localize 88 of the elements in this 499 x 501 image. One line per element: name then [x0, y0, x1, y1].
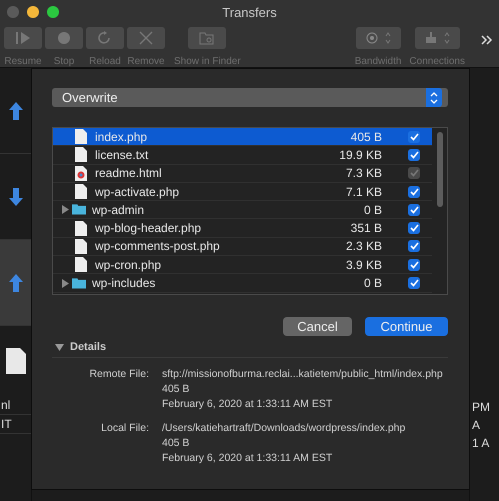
file-row[interactable]: wp-blog-header.php 351 B	[53, 219, 432, 238]
checkbox[interactable]	[408, 130, 420, 143]
file-size: 351 B	[350, 221, 382, 236]
browser-document-icon	[75, 166, 87, 181]
checkbox[interactable]	[408, 277, 420, 290]
toolbar-label: Reload	[89, 56, 121, 67]
upload-arrow-icon	[8, 272, 24, 292]
list-text: A	[471, 417, 480, 434]
field-label: Remote File:	[88, 368, 150, 382]
field-value: 405 B	[162, 383, 190, 396]
chevrons-icon	[481, 35, 493, 45]
folder-icon	[72, 202, 86, 216]
file-name: wp-cron.php	[95, 258, 162, 272]
document-icon	[75, 257, 87, 272]
file-name: readme.html	[95, 166, 163, 180]
file-row[interactable]: wp-cron.php 3.9 KB	[53, 256, 432, 274]
window-title: Transfers	[222, 5, 277, 20]
document-icon	[75, 220, 87, 236]
dial-icon	[364, 31, 379, 45]
play-icon	[15, 31, 31, 45]
file-name: wp-comments-post.php	[95, 239, 221, 254]
file-size: 0 B	[362, 202, 382, 217]
toolbar-menu[interactable]	[356, 27, 401, 49]
file-size: 405 B	[350, 130, 382, 144]
field-value: 405 B	[162, 437, 190, 450]
file-row[interactable]: wp-comments-post.php 2.3 KB	[53, 238, 432, 256]
file-row[interactable]: index.php 405 B	[53, 128, 432, 146]
document-icon	[75, 184, 87, 200]
close-icon	[138, 31, 154, 45]
toolbar-label: Remove	[127, 56, 165, 67]
toolbar-button[interactable]	[188, 27, 226, 49]
disclosure-triangle-icon	[62, 278, 69, 288]
file-size: 7.3 KB	[344, 166, 382, 180]
checkbox[interactable]	[408, 148, 420, 161]
file-size: 3.9 KB	[344, 258, 382, 272]
checkbox[interactable]	[408, 186, 420, 198]
file-size: 2.3 KB	[344, 239, 382, 254]
continue-button[interactable]: Continue	[365, 317, 448, 336]
document-icon	[75, 238, 87, 254]
list-text: PM	[471, 399, 490, 416]
file-name: license.txt	[95, 148, 150, 162]
toolbar-label: Stop	[54, 56, 74, 67]
file-name: wp-activate.php	[95, 184, 180, 199]
disclosure-triangle-icon	[62, 205, 69, 214]
file-row[interactable]: license.txt 19.9 KB	[53, 146, 432, 165]
file-row[interactable]: wp-activate.php 7.1 KB	[53, 182, 432, 202]
transfer-row[interactable]	[0, 240, 31, 326]
list-text: 1 A	[471, 435, 490, 452]
file-row[interactable]: wp-admin 0 B	[53, 201, 432, 220]
upload-arrow-icon	[8, 100, 24, 120]
toolbar-label: Connections	[409, 56, 465, 67]
toolbar-label: Bandwidth	[354, 56, 402, 67]
checkbox[interactable]	[408, 240, 420, 252]
scrollbar-thumb[interactable]	[436, 132, 442, 207]
action-dropdown[interactable]: Overwrite	[52, 88, 448, 107]
toolbar-label: Resume	[4, 56, 42, 67]
file-name: wp-admin	[92, 202, 146, 217]
minimize-button[interactable]	[27, 6, 39, 18]
toolbar-label: Show in Finder	[174, 56, 241, 67]
document-icon	[75, 129, 87, 144]
stepper-icon	[430, 92, 438, 104]
document-icon	[75, 147, 87, 162]
field-label: Local File:	[100, 422, 150, 436]
stop-icon	[56, 31, 72, 45]
file-row[interactable]: wp-includes 0 B	[53, 274, 432, 293]
document-icon	[4, 347, 26, 375]
file-size: 7.1 KB	[344, 184, 382, 199]
file-size: 19.9 KB	[338, 148, 382, 162]
checkbox[interactable]	[408, 204, 420, 216]
file-name: index.php	[95, 130, 148, 144]
field-value: February 6, 2020 at 1:33:11 AM EST	[162, 398, 334, 411]
field-value: February 6, 2020 at 1:33:11 AM EST	[162, 452, 334, 465]
section-title: Details	[70, 341, 106, 353]
file-name: wp-includes	[92, 276, 156, 290]
network-icon	[424, 31, 438, 45]
folder-search-icon	[199, 31, 216, 45]
cancel-button[interactable]: Cancel	[283, 317, 352, 336]
checkbox[interactable]	[408, 258, 420, 271]
stepper-icon	[444, 32, 450, 44]
file-name: wp-blog-header.php	[95, 221, 202, 236]
field-value: /Users/katiehartraft/Downloads/wordpress/index.php	[162, 422, 406, 435]
field-value: sftp://missionofburma.reclai...katietem/public_html/index.php	[162, 368, 443, 381]
checkbox[interactable]	[408, 222, 420, 234]
file-size: 0 B	[362, 276, 382, 290]
zoom-button[interactable]	[47, 6, 59, 18]
folder-icon	[72, 276, 86, 290]
stepper-icon	[385, 32, 392, 44]
download-arrow-icon	[8, 186, 24, 206]
